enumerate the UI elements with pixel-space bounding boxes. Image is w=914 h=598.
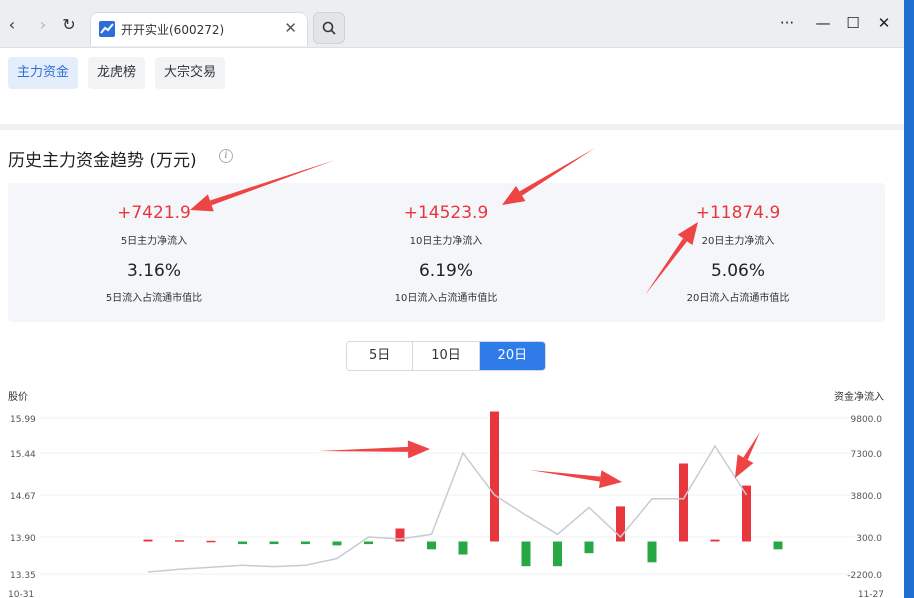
range-toggle: 5日 10日 20日 xyxy=(346,341,546,371)
stat-label: 10日主力净流入 xyxy=(409,236,483,247)
title-bar: ‹ › ↻ 开开实业(600272) ✕ ··· — ☐ ✕ xyxy=(0,0,904,48)
stock-chart-icon xyxy=(99,21,115,37)
flow-bar[interactable] xyxy=(490,411,499,542)
right-tick: 300.0 xyxy=(856,534,882,544)
right-axis-title: 资金净流入 xyxy=(834,390,884,403)
tab-block-trade[interactable]: 大宗交易 xyxy=(155,57,226,89)
flow-bar[interactable] xyxy=(553,541,562,567)
flow-bar[interactable] xyxy=(364,541,373,545)
flow-bar[interactable] xyxy=(710,539,720,542)
stat-pct-label: 20日流入占流通市值比 xyxy=(686,293,790,304)
tab-main-funds[interactable]: 主力资金 xyxy=(8,57,79,89)
x-start-label: 10-31 xyxy=(8,590,34,598)
maximize-icon[interactable]: ☐ xyxy=(843,14,863,32)
flow-bar[interactable] xyxy=(427,541,436,550)
stat-value: +14523.9 xyxy=(403,203,489,223)
section-divider xyxy=(0,124,904,130)
stat-pct-label: 5日流入占流通市值比 xyxy=(105,293,203,304)
browser-tab[interactable]: 开开实业(600272) ✕ xyxy=(90,12,308,46)
sub-tabs: 主力资金 龙虎榜 大宗交易 xyxy=(8,57,226,89)
flow-bar[interactable] xyxy=(584,541,594,554)
flow-bar[interactable] xyxy=(301,541,310,545)
back-button[interactable]: ‹ xyxy=(2,14,22,34)
stat-value: +7421.9 xyxy=(117,203,191,223)
back-icon: ‹ xyxy=(8,14,16,34)
stats-panel: +7421.9 5日主力净流入 3.16% 5日流入占流通市值比 +14523.… xyxy=(8,183,885,322)
stat-label: 5日主力净流入 xyxy=(120,236,188,247)
flow-bar[interactable] xyxy=(143,539,153,542)
fund-flow-chart: 股价 资金净流入 15.99 15.44 14.67 13.90 13.35 9… xyxy=(8,390,884,598)
left-tick: 13.90 xyxy=(10,534,36,544)
reload-icon: ↻ xyxy=(62,14,76,34)
flow-bar[interactable] xyxy=(269,541,279,545)
flow-bar[interactable] xyxy=(175,540,184,542)
left-axis-ticks: 15.99 15.44 14.67 13.90 13.35 xyxy=(10,415,36,581)
flow-bar[interactable] xyxy=(332,541,342,546)
flow-bar[interactable] xyxy=(458,541,468,555)
flow-bar[interactable] xyxy=(647,541,657,563)
right-tick: 7300.0 xyxy=(851,450,883,460)
x-end-label: 11-27 xyxy=(858,590,884,598)
flow-bar[interactable] xyxy=(773,541,783,550)
stat-pct-label: 10日流入占流通市值比 xyxy=(394,293,498,304)
left-tick: 15.44 xyxy=(10,450,36,460)
tab-title: 开开实业(600272) xyxy=(121,23,225,37)
section-title: 历史主力资金趋势 (万元) xyxy=(8,151,197,171)
price-line xyxy=(147,444,748,573)
stat-label: 20日主力净流入 xyxy=(701,236,775,247)
stat-pct: 6.19% xyxy=(418,261,473,281)
flow-bars xyxy=(143,411,783,567)
left-tick: 14.67 xyxy=(10,492,36,502)
browser-window: ‹ › ↻ 开开实业(600272) ✕ ··· — ☐ ✕ 主力资金 龙虎榜 … xyxy=(0,0,904,598)
search-button[interactable] xyxy=(313,12,345,44)
minimize-icon[interactable]: — xyxy=(813,14,833,32)
flow-bar[interactable] xyxy=(521,541,531,567)
flow-bar[interactable] xyxy=(679,463,688,542)
stat-20day: +11874.9 20日主力净流入 5.06% 20日流入占流通市值比 xyxy=(592,183,884,322)
left-tick: 15.99 xyxy=(10,415,36,425)
more-menu-icon[interactable]: ··· xyxy=(777,14,797,32)
right-axis-ticks: 9800.0 7300.0 3800.0 300.0 -2200.0 xyxy=(847,415,882,581)
window-close-icon[interactable]: ✕ xyxy=(874,14,894,32)
left-axis-title: 股价 xyxy=(8,391,28,403)
price-line-group xyxy=(147,444,748,573)
info-icon[interactable]: i xyxy=(219,149,233,163)
gridlines xyxy=(40,417,855,575)
right-tick: 9800.0 xyxy=(851,415,883,425)
reload-button[interactable]: ↻ xyxy=(59,14,79,34)
stat-value: +11874.9 xyxy=(695,203,781,223)
tab-close-icon[interactable]: ✕ xyxy=(284,19,297,37)
tab-dragon-tiger[interactable]: 龙虎榜 xyxy=(88,57,146,89)
flow-bar[interactable] xyxy=(206,540,216,543)
search-icon xyxy=(322,21,336,35)
left-tick: 13.35 xyxy=(10,571,36,581)
forward-icon: › xyxy=(39,14,47,34)
stat-pct: 5.06% xyxy=(710,261,765,281)
right-tick: -2200.0 xyxy=(847,571,882,581)
stat-5day: +7421.9 5日主力净流入 3.16% 5日流入占流通市值比 xyxy=(8,183,300,322)
forward-button[interactable]: › xyxy=(33,14,53,34)
stat-10day: +14523.9 10日主力净流入 6.19% 10日流入占流通市值比 xyxy=(300,183,592,322)
flow-bar[interactable] xyxy=(238,541,247,545)
range-20day-button[interactable]: 20日 xyxy=(479,342,545,370)
right-tick: 3800.0 xyxy=(851,492,883,502)
stat-pct: 3.16% xyxy=(126,261,181,281)
range-10day-button[interactable]: 10日 xyxy=(413,342,480,370)
range-5day-button[interactable]: 5日 xyxy=(347,342,414,370)
